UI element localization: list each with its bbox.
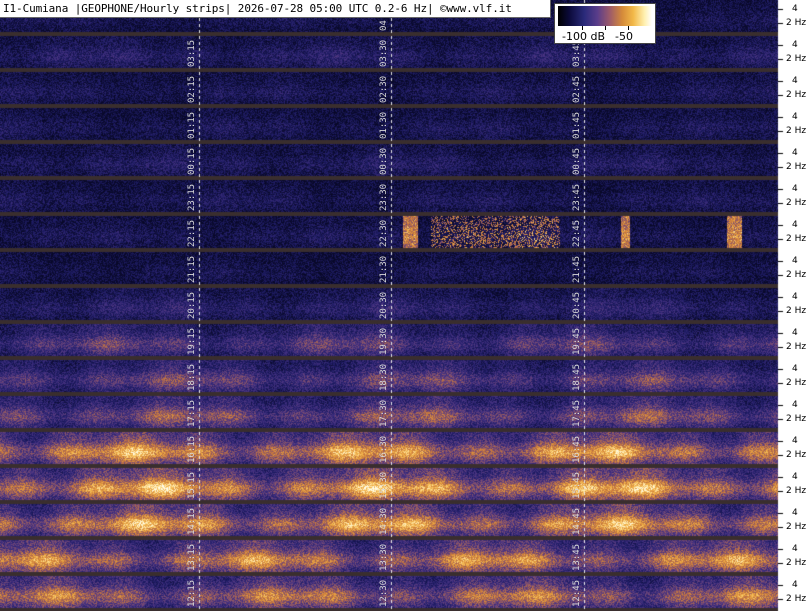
freq-label-2hz: 2 Hz (786, 126, 807, 136)
freq-label-2hz: 2 Hz (786, 234, 807, 244)
page-title: I1-Cumiana |GEOPHONE/Hourly strips| 2026… (3, 2, 512, 15)
freq-label-2hz: 2 Hz (786, 378, 807, 388)
colorbar-label-min: -100 dB (562, 30, 605, 43)
time-label: 15:30 (379, 471, 389, 499)
freq-label-4: 4 (792, 508, 798, 518)
time-label: 14:15 (187, 507, 197, 535)
freq-label-4: 4 (792, 580, 798, 590)
time-label: 15:15 (187, 471, 197, 499)
freq-label-4: 4 (792, 148, 798, 158)
spectrogram-canvas (0, 0, 812, 611)
time-label: 01:30 (379, 111, 389, 139)
time-label: 12:30 (379, 579, 389, 607)
freq-label-2hz: 2 Hz (786, 306, 807, 316)
time-label: 17:30 (379, 399, 389, 427)
colorbar-label-max: -50 (615, 30, 633, 43)
colorbar-tick (605, 26, 606, 30)
freq-label-2hz: 2 Hz (786, 18, 807, 28)
freq-label-2hz: 2 Hz (786, 54, 807, 64)
freq-label-4: 4 (792, 472, 798, 482)
freq-label-4: 4 (792, 184, 798, 194)
time-label: 17:45 (572, 399, 582, 427)
time-label: 12:15 (187, 579, 197, 607)
time-label: 20:15 (187, 291, 197, 319)
time-label: 21:15 (187, 255, 197, 283)
time-label: 02:30 (379, 75, 389, 103)
time-label: 02:45 (572, 75, 582, 103)
freq-label-4: 4 (792, 544, 798, 554)
freq-label-2hz: 2 Hz (786, 522, 807, 532)
freq-label-4: 4 (792, 328, 798, 338)
time-label: 00:15 (187, 147, 197, 175)
time-label: 18:45 (572, 363, 582, 391)
time-label: 14:30 (379, 507, 389, 535)
time-label: 13:15 (187, 543, 197, 571)
freq-label-2hz: 2 Hz (786, 558, 807, 568)
colorbar-gradient (558, 6, 652, 26)
time-label: 00:45 (572, 147, 582, 175)
time-label: 22:45 (572, 219, 582, 247)
time-label: 13:30 (379, 543, 389, 571)
time-label: 23:15 (187, 183, 197, 211)
freq-label-2hz: 2 Hz (786, 90, 807, 100)
time-label: 21:30 (379, 255, 389, 283)
freq-label-2hz: 2 Hz (786, 198, 807, 208)
freq-label-4: 4 (792, 76, 798, 86)
freq-label-4: 4 (792, 40, 798, 50)
header-bar: I1-Cumiana |GEOPHONE/Hourly strips| 2026… (0, 0, 551, 18)
freq-label-2hz: 2 Hz (786, 414, 807, 424)
freq-label-4: 4 (792, 112, 798, 122)
time-label: 23:45 (572, 183, 582, 211)
time-label: 19:30 (379, 327, 389, 355)
time-label: 02:15 (187, 75, 197, 103)
freq-label-4: 4 (792, 4, 798, 14)
time-label: 19:15 (187, 327, 197, 355)
time-label: 03:30 (379, 39, 389, 67)
time-label: 16:45 (572, 435, 582, 463)
time-label: 19:45 (572, 327, 582, 355)
time-label: 23:30 (379, 183, 389, 211)
freq-label-4: 4 (792, 256, 798, 266)
time-label: 01:45 (572, 111, 582, 139)
time-label: 16:15 (187, 435, 197, 463)
freq-label-4: 4 (792, 364, 798, 374)
freq-label-2hz: 2 Hz (786, 486, 807, 496)
freq-label-4: 4 (792, 292, 798, 302)
time-label: 12:45 (572, 579, 582, 607)
time-label: 00:30 (379, 147, 389, 175)
time-label: 18:15 (187, 363, 197, 391)
time-label: 20:45 (572, 291, 582, 319)
time-label: 14:45 (572, 507, 582, 535)
freq-label-2hz: 2 Hz (786, 342, 807, 352)
time-label: 17:15 (187, 399, 197, 427)
freq-label-4: 4 (792, 400, 798, 410)
time-label: 22:15 (187, 219, 197, 247)
freq-label-2hz: 2 Hz (786, 450, 807, 460)
colorbar-legend: -100 dB -50 (554, 3, 656, 44)
time-label: 16:30 (379, 435, 389, 463)
freq-label-4: 4 (792, 220, 798, 230)
freq-label-2hz: 2 Hz (786, 270, 807, 280)
time-label: 21:45 (572, 255, 582, 283)
time-label: 18:30 (379, 363, 389, 391)
time-label: 03:15 (187, 39, 197, 67)
time-label: 15:45 (572, 471, 582, 499)
time-label: 13:45 (572, 543, 582, 571)
time-label: 20:30 (379, 291, 389, 319)
time-label: 01:15 (187, 111, 197, 139)
freq-label-2hz: 2 Hz (786, 162, 807, 172)
freq-label-4: 4 (792, 436, 798, 446)
freq-label-2hz: 2 Hz (786, 594, 807, 604)
time-label: 22:30 (379, 219, 389, 247)
